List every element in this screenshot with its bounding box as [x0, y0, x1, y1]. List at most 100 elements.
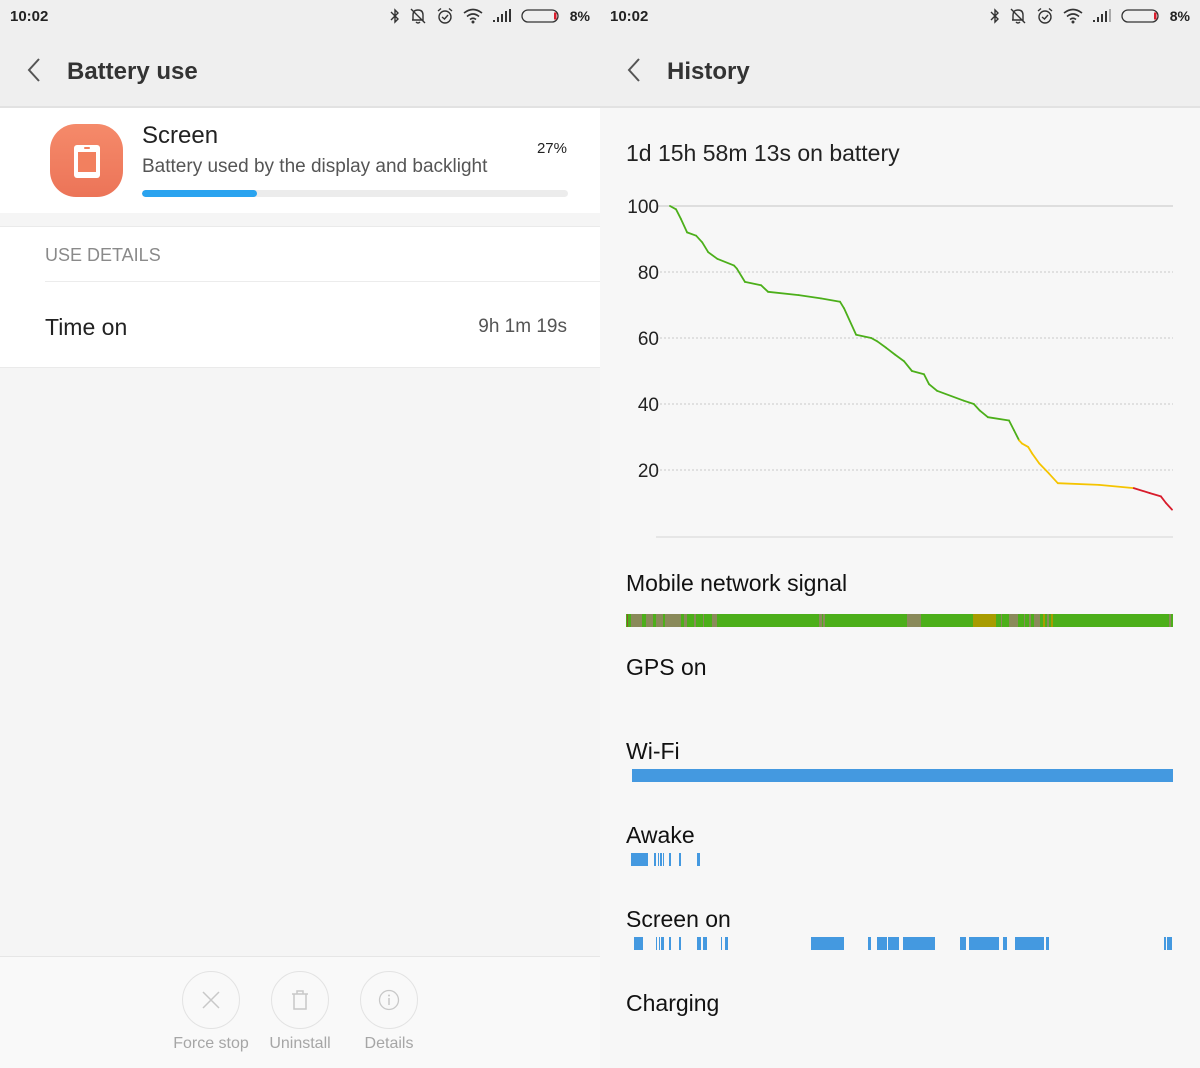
battery-percent: 8% [569, 8, 590, 24]
battery-line-segment [855, 333, 873, 339]
battery-icon [1121, 8, 1161, 24]
screen-on-segment [968, 937, 999, 950]
battery-line-segment [680, 218, 689, 234]
battery-line-segment [1160, 495, 1167, 504]
app-description: Battery used by the display and backligh… [142, 156, 488, 177]
battery-line-segment [735, 267, 746, 283]
mobile-signal-segment [1023, 614, 1026, 627]
battery-line-segment [1132, 487, 1151, 495]
screen-on-segment [662, 937, 665, 950]
y-tick-label: 100 [627, 197, 659, 218]
screen-on-segment [902, 937, 936, 950]
battery-icon [521, 8, 561, 24]
charging-label: Charging [626, 990, 720, 1016]
battery-line-segment [767, 290, 800, 296]
battery-line-segment [695, 234, 704, 244]
battery-percent: 8% [1169, 8, 1190, 24]
battery-line-segment [1098, 483, 1135, 490]
mobile-signal-segment [631, 614, 643, 627]
mobile-signal-segment [702, 614, 705, 627]
screen-on-segment [633, 937, 643, 950]
section-header: USE DETAILS [45, 245, 161, 265]
screen-on-segment [1164, 937, 1166, 950]
usage-progress-fill [142, 190, 258, 197]
screen-on-segment [1003, 937, 1008, 950]
mobile-signal-segment [1034, 614, 1041, 627]
mobile-signal-segment [665, 614, 681, 627]
awake-segment [696, 853, 701, 866]
mobile-signal-segment [819, 614, 822, 627]
app-usage-card: Screen Battery used by the display and b… [0, 108, 600, 213]
back-button[interactable] [622, 56, 648, 86]
cell-signal-icon [492, 9, 512, 23]
battery-line-segment [1038, 462, 1050, 475]
mobile-signal-segment [626, 614, 629, 627]
screen-on-segment [702, 937, 707, 950]
screen-on-segment [725, 937, 729, 950]
screen-on-segment [696, 937, 701, 950]
history-screen: 10:02 8% History 1d 15h 58m 13s on batte… [600, 0, 1200, 1068]
battery-line-segment [843, 307, 858, 336]
page-title: Battery use [67, 58, 198, 85]
mobile-signal-segment [645, 614, 654, 627]
awake-segment [662, 853, 665, 866]
status-icons: 8% [990, 7, 1190, 25]
awake-label: Awake [626, 822, 695, 848]
divider [45, 281, 600, 282]
cell-signal-icon [1092, 9, 1112, 23]
force-stop-button[interactable]: Force stop [166, 971, 256, 1053]
screen-on-segment [669, 937, 671, 950]
screen-on-segment [960, 937, 967, 950]
details-label: Details [364, 1035, 414, 1052]
screen-on-segment [1166, 937, 1173, 950]
mobile-signal-segment [1168, 614, 1172, 627]
battery-use-screen: 10:02 8% Battery use Screen Battery used… [0, 0, 600, 1068]
screen-on-label: Screen on [626, 906, 731, 932]
awake-segment [679, 853, 681, 866]
y-tick-label: 80 [638, 263, 659, 284]
battery-line-segment [1047, 472, 1059, 485]
wifi-icon [463, 8, 483, 24]
action-bar: Force stop Uninstall Details [0, 956, 600, 1068]
battery-line-segment [1031, 452, 1041, 465]
battery-line-segment [893, 353, 905, 363]
battery-line-segment [978, 409, 989, 419]
battery-line-segment [1013, 429, 1020, 442]
on-battery-duration: 1d 15h 58m 13s on battery [626, 140, 900, 166]
uninstall-button[interactable]: Uninstall [255, 971, 345, 1053]
force-stop-label: Force stop [173, 1035, 249, 1052]
battery-line-segment [936, 389, 965, 402]
back-button[interactable] [22, 56, 48, 86]
y-tick-label: 40 [638, 395, 659, 416]
close-icon [202, 991, 220, 1009]
battery-line-segment [885, 346, 896, 356]
battery-line-segment [839, 300, 845, 310]
screen-on-segment [1045, 937, 1049, 950]
alarm-icon [436, 7, 454, 25]
mobile-signal-segment [1029, 614, 1031, 627]
details-button[interactable]: Details [344, 971, 434, 1053]
battery-line-segment [1148, 492, 1162, 498]
battery-line-segment [923, 373, 930, 386]
battery-line-segment [701, 241, 710, 254]
y-tick-label: 60 [638, 329, 659, 350]
bell-muted-icon [1009, 7, 1027, 25]
battery-line-segment [716, 257, 735, 267]
screen-on-segment [720, 937, 723, 950]
uninstall-label: Uninstall [269, 1035, 331, 1052]
battery-line-segment [819, 297, 841, 303]
mobile-signal-label: Mobile network signal [626, 570, 848, 596]
battery-line-segment [686, 231, 698, 237]
status-icons: 8% [390, 7, 590, 25]
app-header: History [600, 34, 1200, 108]
battery-line-segment [972, 403, 981, 412]
info-icon [378, 989, 400, 1011]
page-title: History [667, 58, 750, 85]
battery-line-segment [1056, 482, 1100, 486]
awake-segment [631, 853, 649, 866]
battery-line-segment [760, 284, 769, 293]
wifi-timeline [626, 769, 1173, 782]
mobile-signal-segment [1047, 614, 1049, 627]
battery-line-segment [876, 340, 888, 349]
chevron-left-icon [627, 58, 640, 82]
